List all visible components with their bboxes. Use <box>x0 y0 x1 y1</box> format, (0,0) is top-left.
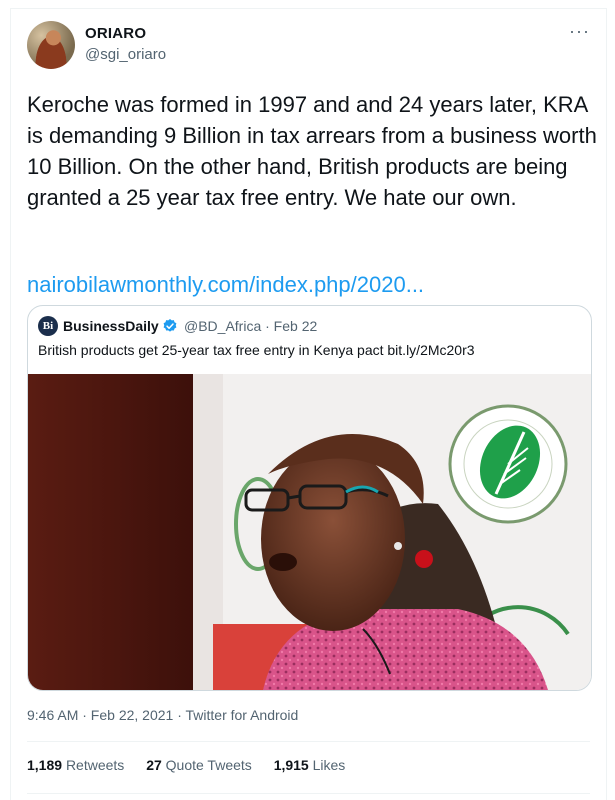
retweets-stat[interactable]: 1,189 Retweets <box>27 757 128 773</box>
quoted-author-logo: Bi <box>38 316 58 336</box>
tweet-timestamp[interactable]: 9:46 AM · Feb 22, 2021 · Twitter for And… <box>27 707 298 723</box>
divider <box>27 793 590 794</box>
tweet-stats: 1,189 Retweets 27 Quote Tweets 1,915 Lik… <box>27 757 363 773</box>
retweets-count: 1,189 <box>27 757 63 773</box>
author-avatar[interactable] <box>27 21 75 69</box>
divider <box>27 741 590 742</box>
quote-tweets-count: 27 <box>146 757 162 773</box>
quote-tweets-stat[interactable]: 27 Quote Tweets <box>146 757 256 773</box>
quoted-tweet-image[interactable] <box>28 374 591 690</box>
author-name[interactable]: ORIARO <box>85 25 146 42</box>
quoted-author-handle-date: @BD_Africa · Feb 22 <box>184 318 318 334</box>
likes-stat[interactable]: 1,915 Likes <box>274 757 346 773</box>
likes-count: 1,915 <box>273 757 309 773</box>
speaker-photo <box>28 374 591 690</box>
verified-badge-icon <box>163 319 177 332</box>
tweet-link[interactable]: nairobilawmonthly.com/index.php/2020... <box>27 272 424 298</box>
author-handle[interactable]: @sgi_oriaro <box>85 46 166 63</box>
tweet-card: ORIARO @sgi_oriaro ··· Keroche was forme… <box>10 8 607 800</box>
quoted-tweet-header: Bi BusinessDaily @BD_Africa · Feb 22 <box>38 316 581 338</box>
retweets-label: Retweets <box>65 757 125 773</box>
quote-tweets-label: Quote Tweets <box>165 757 252 773</box>
quoted-tweet-text: British products get 25-year tax free en… <box>38 342 475 358</box>
tweet-header: ORIARO @sgi_oriaro ··· <box>27 21 590 73</box>
tweet-text: Keroche was formed in 1997 and and 24 ye… <box>27 92 597 210</box>
quoted-tweet[interactable]: Bi BusinessDaily @BD_Africa · Feb 22 Bri… <box>27 305 592 691</box>
quoted-author-name[interactable]: BusinessDaily <box>63 318 159 334</box>
likes-label: Likes <box>312 757 346 773</box>
more-horizontal-icon[interactable]: ··· <box>569 21 590 42</box>
